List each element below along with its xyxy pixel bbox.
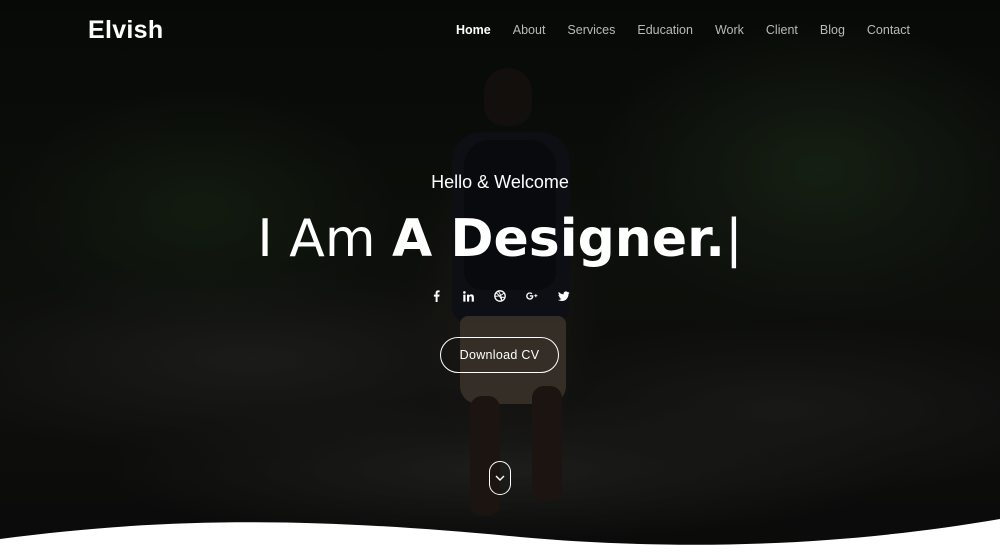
scroll-down-button[interactable] — [489, 461, 511, 495]
headline-role: A Designer. — [392, 209, 726, 269]
facebook-icon[interactable] — [430, 289, 442, 303]
nav-item-client[interactable]: Client — [766, 23, 798, 37]
hero-greeting: Hello & Welcome — [431, 172, 569, 192]
hero-bottom-wave — [0, 519, 1000, 557]
hero-headline: I Am A Designer.| — [0, 207, 1000, 271]
dribbble-icon[interactable] — [494, 289, 506, 303]
google-plus-icon[interactable] — [526, 289, 538, 303]
nav-item-work[interactable]: Work — [715, 23, 744, 37]
site-logo[interactable]: Elvish — [88, 16, 163, 45]
social-links — [0, 289, 1000, 303]
nav-item-home[interactable]: Home — [456, 23, 491, 37]
typing-cursor: | — [725, 209, 743, 269]
chevron-down-icon — [495, 475, 505, 481]
nav-item-contact[interactable]: Contact — [867, 23, 910, 37]
linkedin-icon[interactable] — [462, 289, 474, 303]
download-cv-button[interactable]: Download CV — [440, 337, 559, 373]
main-nav: Home About Services Education Work Clien… — [434, 23, 910, 37]
nav-item-education[interactable]: Education — [637, 23, 693, 37]
headline-prefix: I Am — [257, 209, 376, 269]
nav-item-about[interactable]: About — [513, 23, 546, 37]
twitter-icon[interactable] — [558, 289, 570, 303]
nav-item-services[interactable]: Services — [567, 23, 615, 37]
nav-item-blog[interactable]: Blog — [820, 23, 845, 37]
